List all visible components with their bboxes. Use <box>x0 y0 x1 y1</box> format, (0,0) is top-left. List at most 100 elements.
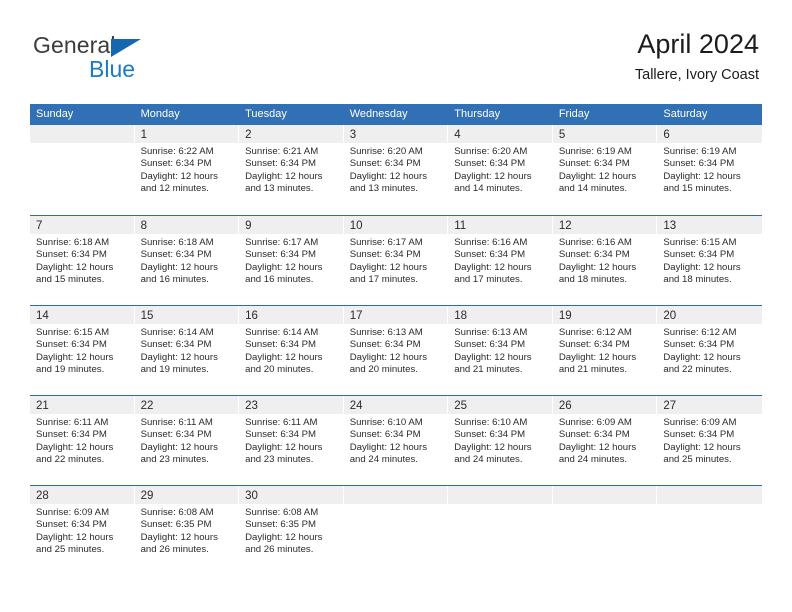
day-cell[interactable]: 16 Sunrise: 6:14 AM Sunset: 6:34 PM Dayligh… <box>239 306 344 395</box>
day-cell[interactable]: 23 Sunrise: 6:11 AM Sunset: 6:34 PM Dayligh… <box>239 396 344 485</box>
daylight-line-cont: and 20 minutes. <box>349 364 418 376</box>
daylight-line: Daylight: 12 hours <box>663 170 741 182</box>
day-number-band: 25 <box>448 396 552 414</box>
calendar-week-row: 14 Sunrise: 6:15 AM Sunset: 6:34 PM Dayligh… <box>30 305 762 395</box>
day-number-band: 7 <box>30 216 134 234</box>
calendar-page: General Blue April 2024 Tallere, Ivory C… <box>0 0 792 612</box>
day-number-band <box>448 486 552 504</box>
day-number: 26 <box>558 400 572 412</box>
day-cell[interactable]: 22 Sunrise: 6:11 AM Sunset: 6:34 PM Dayligh… <box>134 396 240 485</box>
day-cell[interactable]: 24 Sunrise: 6:10 AM Sunset: 6:34 PM Dayligh… <box>343 396 449 485</box>
day-cell[interactable]: 14 Sunrise: 6:15 AM Sunset: 6:34 PM Dayligh… <box>30 306 135 395</box>
day-number: 7 <box>36 220 43 232</box>
day-cell[interactable]: 25 Sunrise: 6:10 AM Sunset: 6:34 PM Dayligh… <box>448 396 553 485</box>
day-number: 9 <box>245 220 252 232</box>
day-cell[interactable]: 18 Sunrise: 6:13 AM Sunset: 6:34 PM Dayligh… <box>448 306 553 395</box>
day-cell[interactable]: 10 Sunrise: 6:17 AM Sunset: 6:34 PM Dayligh… <box>343 216 449 305</box>
page-header: General Blue April 2024 Tallere, Ivory C… <box>0 0 792 100</box>
day-cell[interactable]: 28 Sunrise: 6:09 AM Sunset: 6:34 PM Dayligh… <box>30 486 135 575</box>
day-cell[interactable]: 15 Sunrise: 6:14 AM Sunset: 6:34 PM Dayligh… <box>134 306 240 395</box>
sunset-line: Sunset: 6:34 PM <box>558 339 630 351</box>
day-number-band: 1 <box>134 125 239 143</box>
day-cell[interactable]: 6 Sunrise: 6:19 AM Sunset: 6:34 PM Daylight… <box>657 125 762 215</box>
day-details: Sunrise: 6:21 AM Sunset: 6:34 PM Daylight:… <box>239 143 343 196</box>
day-details: Sunrise: 6:18 AM Sunset: 6:34 PM Daylight:… <box>30 234 134 287</box>
daylight-line-cont: and 24 minutes. <box>558 454 628 466</box>
sunset-line: Sunset: 6:34 PM <box>663 158 735 170</box>
day-number: 21 <box>36 400 49 412</box>
day-number: 25 <box>454 400 468 412</box>
sunset-line: Sunset: 6:34 PM <box>245 249 317 261</box>
day-details: Sunrise: 6:18 AM Sunset: 6:34 PM Daylight:… <box>135 234 239 287</box>
day-number: 2 <box>245 129 252 141</box>
day-cell[interactable]: 3 Sunrise: 6:20 AM Sunset: 6:34 PM Daylight… <box>343 125 449 215</box>
day-cell[interactable]: 1 Sunrise: 6:22 AM Sunset: 6:34 PM Daylight… <box>134 125 240 215</box>
daylight-line: Daylight: 12 hours <box>349 441 428 453</box>
day-number-band: 28 <box>30 486 134 504</box>
day-cell[interactable]: 17 Sunrise: 6:13 AM Sunset: 6:34 PM Dayligh… <box>343 306 449 395</box>
daylight-line-cont: and 25 minutes. <box>663 454 732 466</box>
weekday-header-sunday: Sunday <box>36 108 74 120</box>
sunrise-line: Sunrise: 6:16 AM <box>558 237 632 248</box>
weekday-header-wednesday: Wednesday <box>349 108 408 120</box>
day-cell[interactable]: 21 Sunrise: 6:11 AM Sunset: 6:34 PM Dayligh… <box>30 396 135 485</box>
day-cell[interactable]: 8 Sunrise: 6:18 AM Sunset: 6:34 PM Daylight… <box>134 216 240 305</box>
day-cell[interactable]: 4 Sunrise: 6:20 AM Sunset: 6:34 PM Daylight… <box>448 125 553 215</box>
day-cell[interactable]: 9 Sunrise: 6:17 AM Sunset: 6:34 PM Daylight… <box>239 216 344 305</box>
sunset-line: Sunset: 6:34 PM <box>140 429 212 441</box>
sunset-line: Sunset: 6:34 PM <box>454 249 526 261</box>
general-blue-logo[interactable]: General Blue <box>33 32 253 86</box>
day-cell-empty <box>552 486 658 575</box>
day-details: Sunrise: 6:13 AM Sunset: 6:34 PM Daylight:… <box>448 324 552 377</box>
day-cell[interactable]: 29 Sunrise: 6:08 AM Sunset: 6:35 PM Dayligh… <box>134 486 240 575</box>
day-cell[interactable]: 2 Sunrise: 6:21 AM Sunset: 6:34 PM Daylight… <box>239 125 344 215</box>
daylight-line: Daylight: 12 hours <box>454 261 532 273</box>
day-cell[interactable]: 7 Sunrise: 6:18 AM Sunset: 6:34 PM Daylight… <box>30 216 135 305</box>
sunset-line: Sunset: 6:34 PM <box>558 429 630 441</box>
day-number-band: 13 <box>657 216 762 234</box>
day-number-band: 8 <box>134 216 239 234</box>
day-cell[interactable]: 13 Sunrise: 6:15 AM Sunset: 6:34 PM Dayligh… <box>657 216 762 305</box>
daylight-line: Daylight: 12 hours <box>349 261 428 273</box>
sunrise-line: Sunrise: 6:17 AM <box>349 237 423 248</box>
day-cell[interactable]: 11 Sunrise: 6:16 AM Sunset: 6:34 PM Dayligh… <box>448 216 553 305</box>
day-number-band: 12 <box>552 216 657 234</box>
daylight-line: Daylight: 12 hours <box>454 170 532 182</box>
daylight-line: Daylight: 12 hours <box>558 170 637 182</box>
daylight-line-cont: and 14 minutes. <box>558 183 628 195</box>
day-cell-empty <box>343 486 449 575</box>
daylight-line-cont: and 18 minutes. <box>663 274 732 286</box>
day-cell[interactable]: 20 Sunrise: 6:12 AM Sunset: 6:34 PM Dayligh… <box>657 306 762 395</box>
sunset-line: Sunset: 6:34 PM <box>36 249 107 261</box>
day-number: 4 <box>454 129 461 141</box>
daylight-line: Daylight: 12 hours <box>663 441 741 453</box>
weekday-header-tuesday: Tuesday <box>245 108 287 120</box>
day-number-band <box>30 125 134 143</box>
day-number-band: 21 <box>30 396 134 414</box>
day-number-band: 10 <box>343 216 448 234</box>
day-details: Sunrise: 6:14 AM Sunset: 6:34 PM Daylight:… <box>239 324 343 377</box>
day-cell[interactable]: 27 Sunrise: 6:09 AM Sunset: 6:34 PM Dayligh… <box>657 396 762 485</box>
day-cell[interactable]: 26 Sunrise: 6:09 AM Sunset: 6:34 PM Dayligh… <box>552 396 658 485</box>
day-number-band: 16 <box>239 306 343 324</box>
day-number-band: 14 <box>30 306 134 324</box>
day-number-band: 23 <box>239 396 343 414</box>
day-details: Sunrise: 6:09 AM Sunset: 6:34 PM Daylight:… <box>657 414 762 467</box>
daylight-line-cont: and 21 minutes. <box>454 364 523 376</box>
sunrise-line: Sunrise: 6:14 AM <box>245 327 319 338</box>
day-details: Sunrise: 6:10 AM Sunset: 6:34 PM Daylight:… <box>344 414 448 467</box>
day-number-band: 20 <box>657 306 762 324</box>
sunrise-line: Sunrise: 6:11 AM <box>245 417 318 428</box>
day-cell[interactable]: 19 Sunrise: 6:12 AM Sunset: 6:34 PM Dayligh… <box>552 306 658 395</box>
day-cell[interactable]: 12 Sunrise: 6:16 AM Sunset: 6:34 PM Dayligh… <box>552 216 658 305</box>
daylight-line: Daylight: 12 hours <box>36 441 114 453</box>
day-cell[interactable]: 5 Sunrise: 6:19 AM Sunset: 6:34 PM Daylight… <box>552 125 658 215</box>
day-details: Sunrise: 6:11 AM Sunset: 6:34 PM Daylight:… <box>30 414 134 467</box>
sunrise-line: Sunrise: 6:13 AM <box>454 327 528 338</box>
daylight-line-cont: and 26 minutes. <box>245 544 314 556</box>
day-details: Sunrise: 6:13 AM Sunset: 6:34 PM Daylight:… <box>344 324 448 377</box>
sunset-line: Sunset: 6:34 PM <box>349 339 421 351</box>
day-cell[interactable]: 30 Sunrise: 6:08 AM Sunset: 6:35 PM Dayligh… <box>239 486 344 575</box>
day-number-band: 9 <box>239 216 343 234</box>
day-number: 28 <box>36 490 49 502</box>
